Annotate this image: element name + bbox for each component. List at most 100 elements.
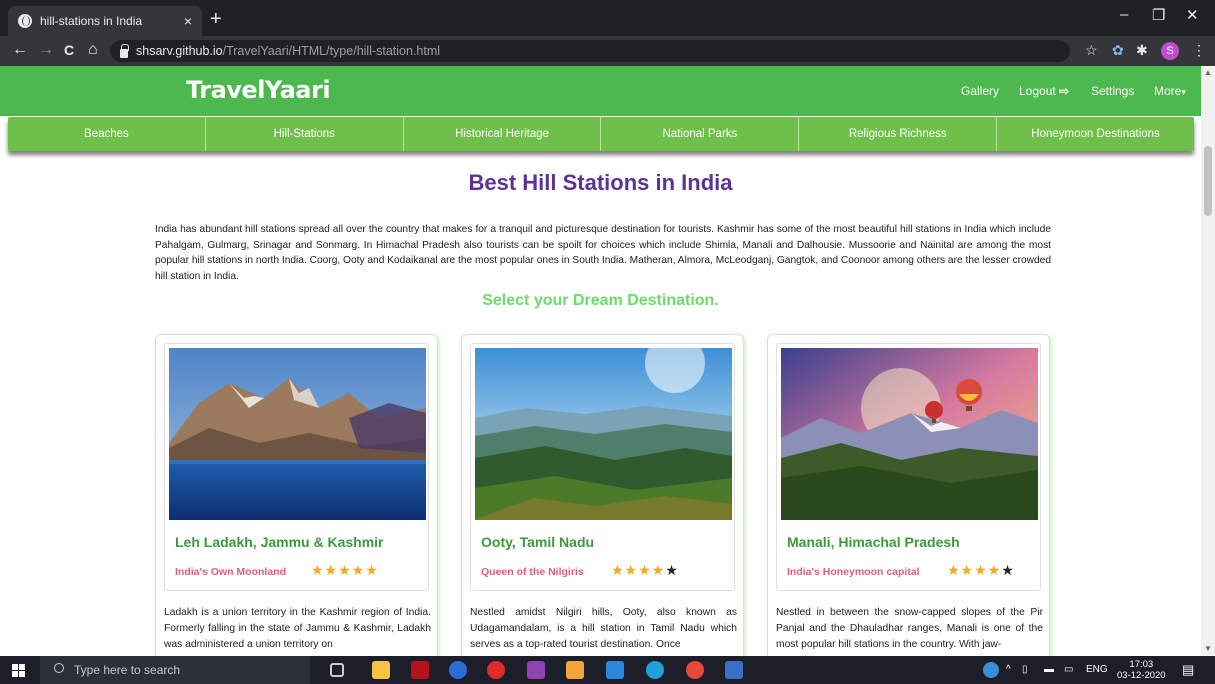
site-logo[interactable]: TravelYaari: [186, 76, 331, 104]
category-honeymoon-destinations[interactable]: Honeymoon Destinations: [997, 117, 1194, 151]
category-beaches[interactable]: Beaches: [8, 117, 206, 151]
scroll-up-icon[interactable]: ▲: [1204, 68, 1212, 77]
browser-tab[interactable]: hill-stations in India ×: [8, 6, 202, 36]
nav-more-dropdown[interactable]: More▾: [1154, 84, 1186, 98]
category-religious-richness[interactable]: Religious Richness: [799, 117, 998, 151]
store-icon[interactable]: [566, 661, 584, 679]
notifications-icon[interactable]: ▤: [1182, 662, 1194, 678]
taskbar-clock[interactable]: 17:03 03-12-2020: [1117, 659, 1166, 681]
battery-icon[interactable]: ▯: [1022, 664, 1028, 675]
restore-button[interactable]: ❐: [1152, 6, 1165, 24]
keyboard-icon[interactable]: ▭: [1064, 664, 1073, 675]
bookmark-star-icon[interactable]: ☆: [1085, 42, 1098, 59]
address-bar[interactable]: shsarv.github.io /TravelYaari/HTML/type/…: [110, 40, 1070, 62]
windows-start-icon[interactable]: [12, 664, 25, 677]
scrollbar-thumb[interactable]: [1204, 146, 1212, 216]
card-tagline: India's Own Moonland: [175, 566, 286, 578]
star-icon: ★★★★: [947, 562, 1002, 578]
leh-ladakh-photo: [169, 348, 426, 520]
category-national-parks[interactable]: National Parks: [601, 117, 800, 151]
clock-date: 03-12-2020: [1117, 670, 1166, 681]
search-icon: [54, 663, 64, 673]
intro-paragraph: India has abundant hill stations spread …: [155, 224, 1051, 282]
reload-button[interactable]: C: [64, 42, 74, 58]
profile-avatar[interactable]: S: [1161, 42, 1179, 60]
card-place-name: Manali, Himachal Pradesh: [787, 534, 960, 550]
card-description: Ladakh is a union territory in the Kashm…: [164, 607, 431, 650]
photos-icon[interactable]: [725, 661, 743, 679]
tray-arrow-icon[interactable]: ^: [1006, 664, 1011, 675]
close-window-button[interactable]: ✕: [1186, 6, 1199, 24]
caret-down-icon: ▾: [1181, 87, 1186, 97]
card-description: Nestled in between the snow-capped slope…: [776, 607, 1043, 650]
minimize-button[interactable]: –: [1120, 6, 1128, 23]
ooty-photo: [475, 348, 732, 520]
logout-label: Logout: [1019, 84, 1056, 98]
tab-title: hill-stations in India: [40, 14, 143, 28]
category-historical-heritage[interactable]: Historical Heritage: [404, 117, 602, 151]
page-title: Best Hill Stations in India: [468, 170, 733, 195]
destination-card[interactable]: Ooty, Tamil Nadu Queen of the Nilgiris ★…: [461, 334, 744, 656]
section-subtitle: Select your Dream Destination.: [482, 292, 719, 309]
task-view-icon[interactable]: [330, 663, 344, 677]
star-empty-icon: ★: [1001, 562, 1015, 578]
destination-card[interactable]: Manali, Himachal Pradesh India's Honeymo…: [767, 334, 1050, 656]
browser-menu-icon[interactable]: ⋮: [1192, 42, 1206, 59]
netflix-icon[interactable]: [411, 661, 429, 679]
star-rating: ★★★★★: [611, 562, 679, 579]
chrome-icon[interactable]: [686, 661, 704, 679]
category-nav: Beaches Hill-Stations Historical Heritag…: [8, 117, 1194, 151]
card-header: Manali, Himachal Pradesh India's Honeymo…: [776, 343, 1041, 591]
file-explorer-icon[interactable]: [372, 661, 390, 679]
url-host: shsarv.github.io: [136, 44, 223, 58]
new-tab-button[interactable]: +: [210, 8, 222, 31]
category-hill-stations[interactable]: Hill-Stations: [206, 117, 404, 151]
nav-settings-link[interactable]: Settings: [1091, 84, 1134, 98]
star-empty-icon: ★: [665, 562, 679, 578]
taskbar-search-box[interactable]: Type here to search: [40, 656, 310, 684]
destination-card[interactable]: Leh Ladakh, Jammu & Kashmir India's Own …: [155, 334, 438, 656]
search-placeholder: Type here to search: [74, 663, 181, 677]
forward-button[interactable]: →: [38, 41, 54, 59]
mail-icon[interactable]: [606, 661, 624, 679]
page-scrollbar[interactable]: ▲ ▼: [1201, 66, 1215, 656]
language-indicator[interactable]: ENG: [1086, 664, 1108, 675]
star-rating: ★★★★★: [947, 562, 1015, 579]
star-icon: ★★★★: [611, 562, 666, 578]
card-place-name: Leh Ladakh, Jammu & Kashmir: [175, 534, 384, 550]
site-header: TravelYaari Gallery Logout ⇨ Settings Mo…: [0, 66, 1201, 116]
logout-icon: ⇨: [1059, 84, 1070, 98]
clock-time: 17:03: [1129, 659, 1154, 670]
browser-tab-strip: hill-stations in India × + – ❐ ✕: [0, 0, 1215, 36]
opera-icon[interactable]: [487, 661, 505, 679]
lock-icon: [120, 43, 129, 58]
card-place-name: Ooty, Tamil Nadu: [481, 534, 595, 550]
star-rating: ★★★★★: [311, 562, 379, 579]
web-page: TravelYaari Gallery Logout ⇨ Settings Mo…: [0, 66, 1201, 656]
dropbox-icon[interactable]: [449, 661, 467, 679]
home-button[interactable]: ⌂: [88, 41, 98, 59]
help-icon[interactable]: [983, 662, 999, 678]
manali-photo: [781, 348, 1038, 520]
scroll-down-icon[interactable]: ▼: [1204, 644, 1212, 653]
extension-icon[interactable]: ✿: [1112, 42, 1124, 59]
browser-toolbar: ← → C ⌂ shsarv.github.io /TravelYaari/HT…: [0, 36, 1215, 66]
card-header: Leh Ladakh, Jammu & Kashmir India's Own …: [164, 343, 429, 591]
star-icon: ★★★★★: [311, 562, 379, 578]
nav-logout-link[interactable]: Logout ⇨: [1019, 84, 1069, 98]
card-description: Nestled amidst Nilgiri hills, Ooty, also…: [470, 607, 737, 650]
edge-icon[interactable]: [646, 661, 664, 679]
globe-icon: [18, 14, 32, 28]
network-icon[interactable]: ▬: [1044, 664, 1054, 675]
card-header: Ooty, Tamil Nadu Queen of the Nilgiris ★…: [470, 343, 735, 591]
card-tagline: Queen of the Nilgiris: [481, 566, 584, 578]
extensions-puzzle-icon[interactable]: ✱: [1136, 42, 1148, 59]
windows-taskbar: Type here to search ^ ▯ ▬ ▭ ENG 17:03 03…: [0, 656, 1215, 684]
more-label: More: [1154, 84, 1182, 98]
card-tagline: India's Honeymoon capital: [787, 566, 920, 578]
url-path: /TravelYaari/HTML/type/hill-station.html: [222, 44, 441, 58]
nav-gallery-link[interactable]: Gallery: [961, 84, 999, 98]
back-button[interactable]: ←: [12, 41, 28, 59]
tab-close-button[interactable]: ×: [184, 13, 192, 29]
app-icon[interactable]: [527, 661, 545, 679]
